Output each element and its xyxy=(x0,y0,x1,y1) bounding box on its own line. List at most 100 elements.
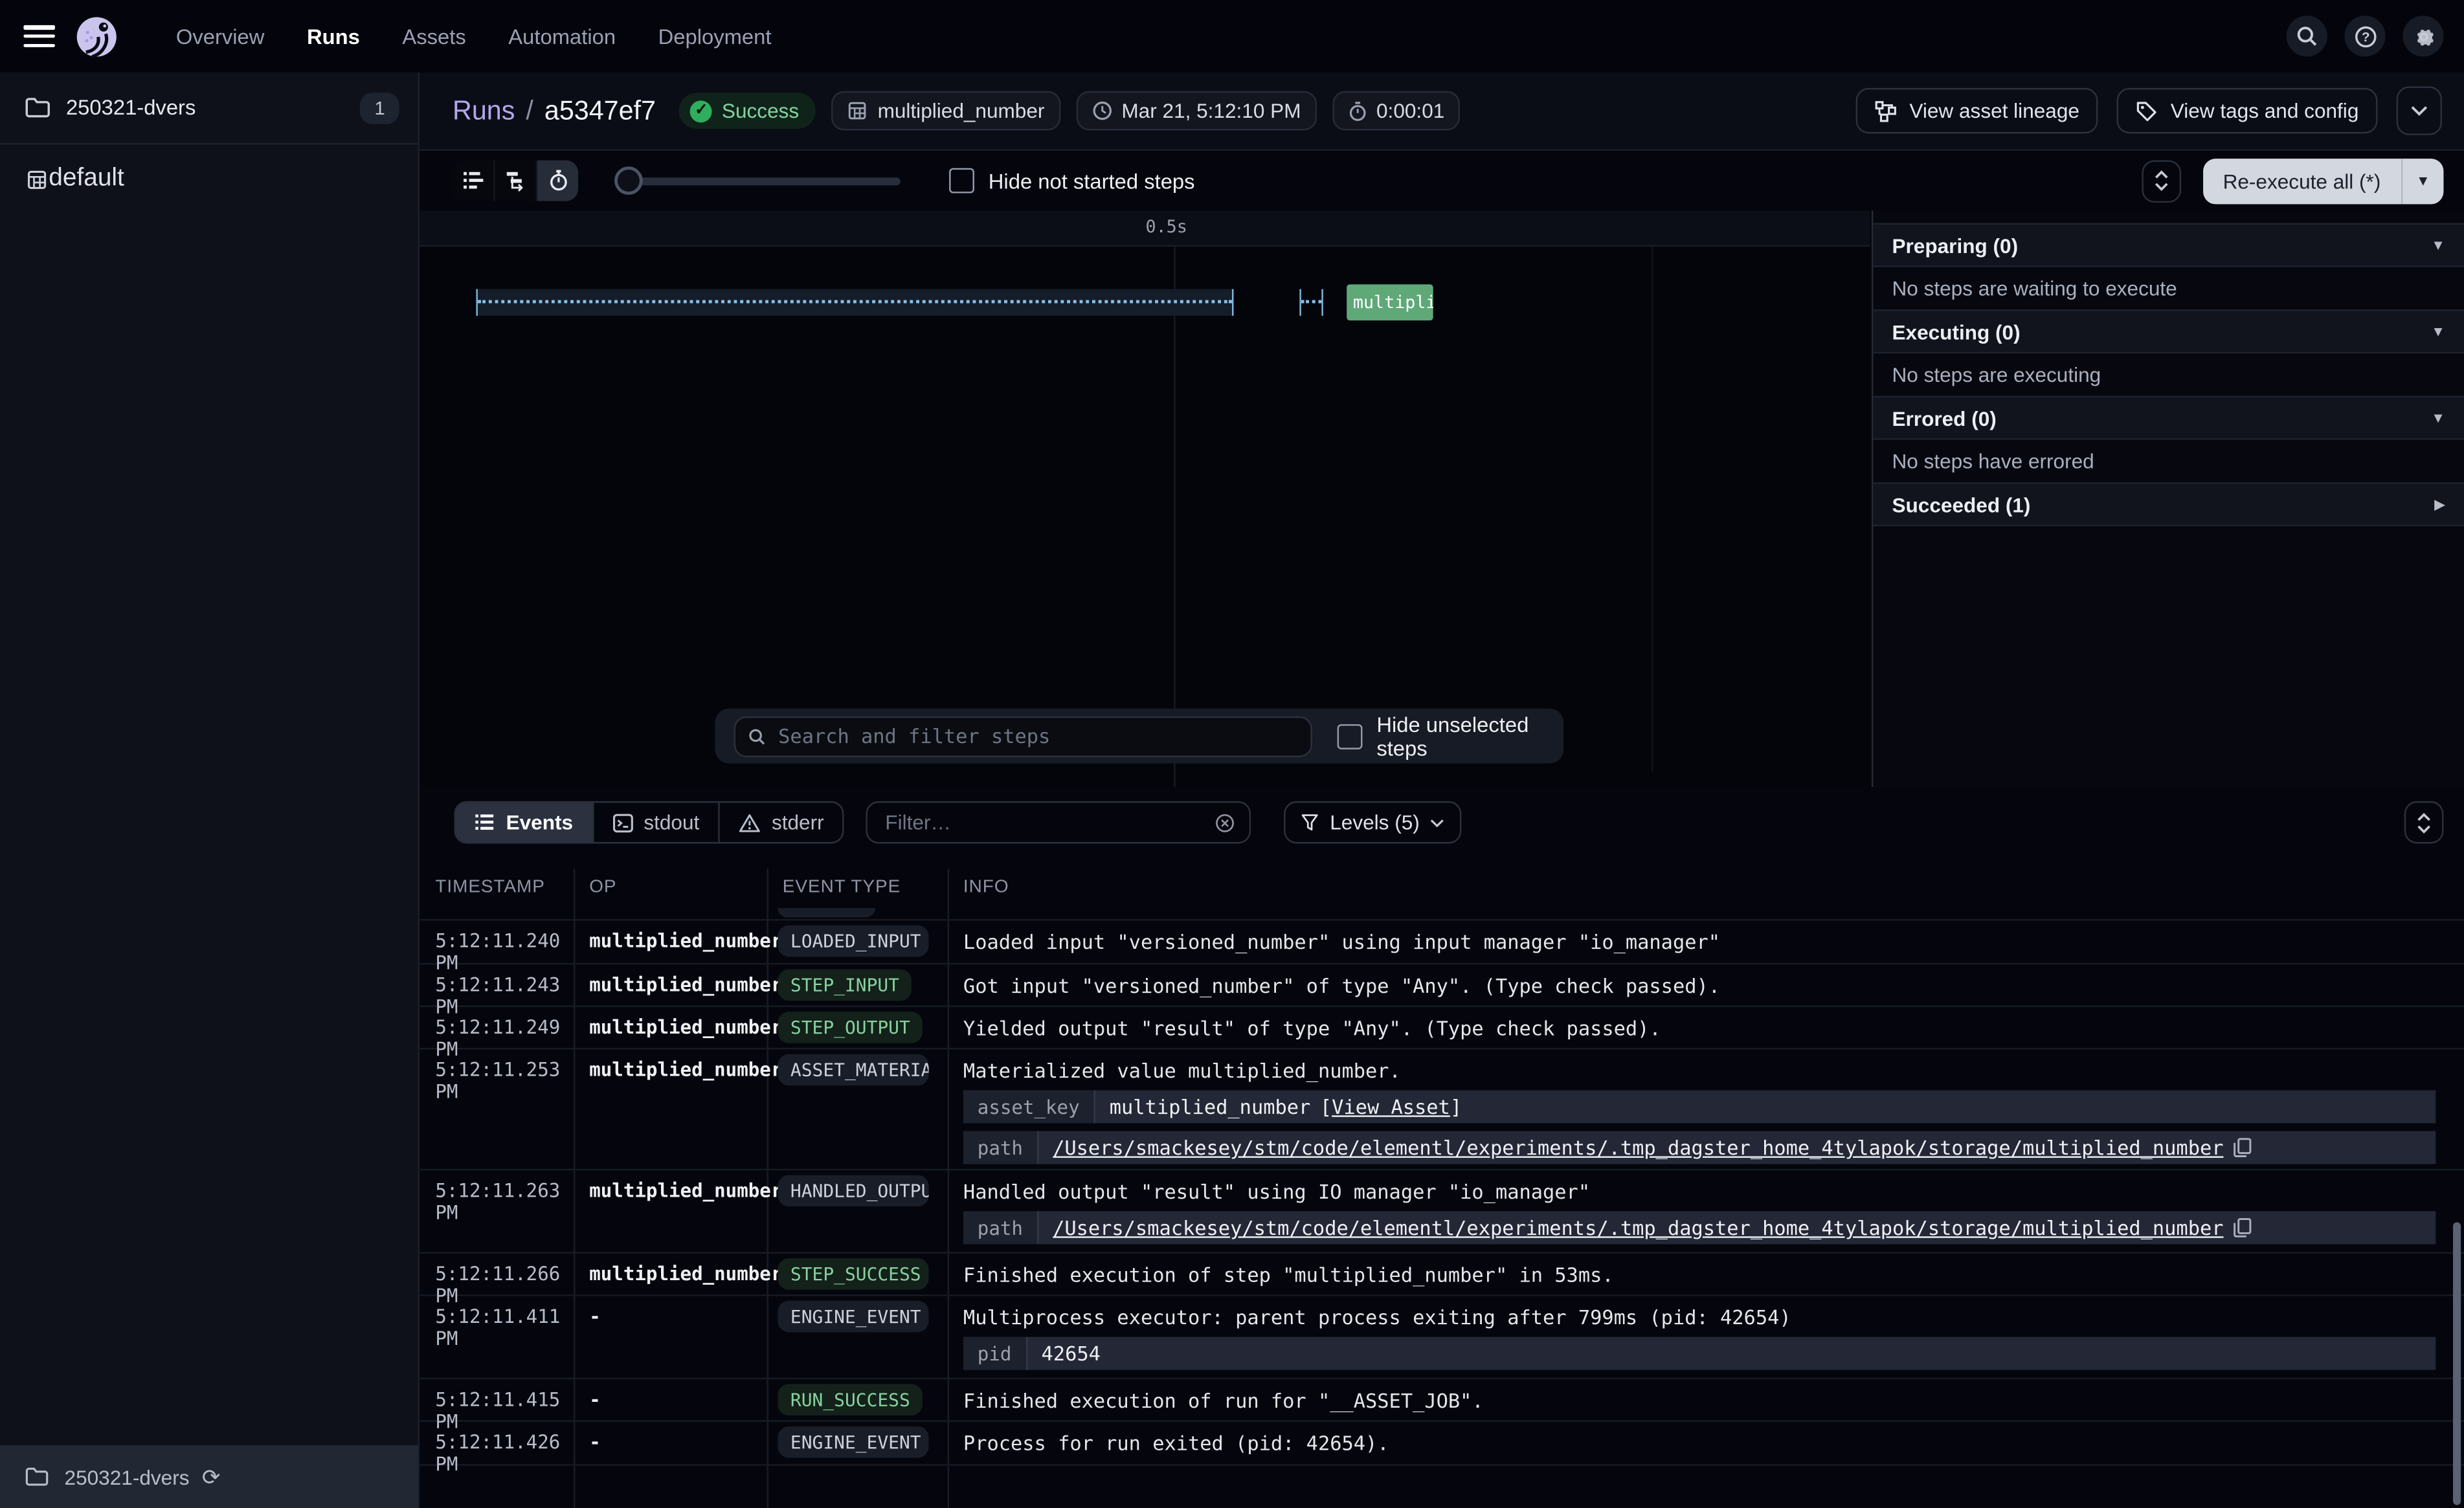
event-row[interactable]: 5:12:11.263 PMmultiplied_numberHANDLED_O… xyxy=(420,1170,2464,1254)
run-tag-label: 0:00:01 xyxy=(1376,99,1444,122)
job-icon xyxy=(847,100,868,121)
time-tick-label: 0.5s xyxy=(1146,217,1187,238)
sidebar-code-location[interactable]: 250321-dvers 1 xyxy=(0,72,418,145)
run-tag[interactable]: Mar 21, 5:12:10 PM xyxy=(1076,91,1317,131)
levels-dropdown-button[interactable]: Levels (5) xyxy=(1284,801,1462,844)
event-info-text: Multiprocess executor: parent process ex… xyxy=(963,1305,2464,1329)
reexecute-dropdown-caret[interactable]: ▼ xyxy=(2401,158,2444,203)
nav-item-overview[interactable]: Overview xyxy=(176,25,265,48)
clear-filter-icon[interactable] xyxy=(1215,812,1235,834)
run-tag[interactable]: 0:00:01 xyxy=(1332,91,1461,131)
view-asset-lineage-button[interactable]: View asset lineage xyxy=(1856,88,2098,133)
flat-view-icon[interactable] xyxy=(453,161,495,201)
event-row[interactable]: 5:12:11.249 PMmultiplied_numberSTEP_OUTP… xyxy=(420,1007,2464,1050)
event-timestamp: 5:12:11.263 PM xyxy=(420,1170,574,1252)
left-sidebar: 250321-dvers 1 default 250321-dvers ⟳ xyxy=(0,72,420,1508)
event-row[interactable]: 5:12:11.266 PMmultiplied_numberSTEP_SUCC… xyxy=(420,1254,2464,1296)
step-panel-section-header[interactable]: Executing (0)▼ xyxy=(1873,309,2464,353)
expand-collapse-button[interactable] xyxy=(2141,159,2180,202)
event-op: multiplied_number xyxy=(574,1170,767,1252)
search-icon xyxy=(748,727,765,746)
list-icon xyxy=(475,814,495,831)
event-row[interactable]: 5:12:11.240 PMmultiplied_numberLOADED_IN… xyxy=(420,920,2464,964)
step-search-input[interactable] xyxy=(775,723,1298,749)
copy-icon[interactable] xyxy=(2233,1217,2252,1238)
settings-gear-icon[interactable] xyxy=(2402,16,2443,56)
lineage-icon xyxy=(1875,100,1897,122)
waterfall-view-icon[interactable] xyxy=(495,161,538,201)
reexecute-all-button[interactable]: Re-execute all (*) ▼ xyxy=(2202,158,2443,203)
hide-unselected-label: Hide unselected steps xyxy=(1376,713,1545,760)
tab-label: stdout xyxy=(644,810,699,834)
gantt-section: 0.5s multipli… Hide unselected steps Pr xyxy=(420,210,2464,787)
partially-scrolled-row xyxy=(420,908,2464,920)
event-row[interactable]: 5:12:11.415 PM-RUN_SUCCESSFinished execu… xyxy=(420,1379,2464,1422)
hide-unselected-checkbox[interactable] xyxy=(1338,724,1363,749)
event-type-badge: RUN_SUCCESS xyxy=(778,1384,923,1415)
step-panel-section-header[interactable]: Succeeded (1)▶ xyxy=(1873,482,2464,526)
gridline-right xyxy=(1652,245,1653,771)
log-filter-input-wrap[interactable] xyxy=(866,801,1251,844)
help-icon[interactable]: ? xyxy=(2345,16,2386,56)
slider-knob[interactable] xyxy=(614,166,643,195)
event-row[interactable]: 5:12:11.253 PMmultiplied_numberASSET_MAT… xyxy=(420,1049,2464,1170)
event-info-text: Handled output "result" using IO manager… xyxy=(963,1180,2464,1203)
caret-down-icon: ▼ xyxy=(2431,238,2445,253)
nav-item-runs[interactable]: Runs xyxy=(307,25,360,48)
hide-not-started-checkbox[interactable] xyxy=(949,168,974,194)
reexecute-all-label[interactable]: Re-execute all (*) xyxy=(2202,158,2401,203)
nav-item-deployment[interactable]: Deployment xyxy=(658,25,772,48)
reload-icon[interactable]: ⟳ xyxy=(202,1463,220,1490)
event-row[interactable]: 5:12:11.243 PMmultiplied_numberSTEP_INPU… xyxy=(420,964,2464,1007)
chevron-down-icon xyxy=(2410,105,2428,116)
metadata-entry: asset_keymultiplied_number[View Asset] xyxy=(963,1091,2436,1124)
timed-view-icon[interactable] xyxy=(537,161,578,201)
zoom-slider[interactable] xyxy=(618,166,901,195)
slider-track[interactable] xyxy=(640,177,901,184)
copy-icon[interactable] xyxy=(2233,1137,2252,1158)
path-link[interactable]: /Users/smackesey/stm/code/elementl/exper… xyxy=(1053,1216,2223,1239)
metadata-value: multiplied_number xyxy=(1110,1095,1311,1118)
event-timestamp: 5:12:11.253 PM xyxy=(420,1049,574,1168)
step-status-panel: Preparing (0)▼No steps are waiting to ex… xyxy=(1872,210,2464,787)
nav-item-assets[interactable]: Assets xyxy=(402,25,465,48)
breadcrumb-runs-link[interactable]: Runs xyxy=(453,95,515,127)
section-title: Succeeded (1) xyxy=(1892,493,2030,516)
event-row[interactable]: 5:12:11.426 PM-ENGINE_EVENTProcess for r… xyxy=(420,1422,2464,1466)
event-row[interactable]: 5:12:11.411 PM-ENGINE_EVENTMultiprocess … xyxy=(420,1296,2464,1380)
svg-text:?: ? xyxy=(2361,29,2369,44)
tag-icon xyxy=(2136,100,2158,122)
sidebar-footer[interactable]: 250321-dvers ⟳ xyxy=(0,1445,418,1508)
tab-stderr[interactable]: stderr xyxy=(720,803,843,842)
run-header: Runs / a5347ef7 ✓ Success multiplied_num… xyxy=(420,72,2464,151)
run-actions-dropdown-button[interactable] xyxy=(2397,87,2442,135)
view-tags-config-button[interactable]: View tags and config xyxy=(2117,88,2377,133)
dagster-logo-icon[interactable] xyxy=(73,12,121,60)
breadcrumb-separator: / xyxy=(526,95,533,127)
step-search-input-wrap[interactable] xyxy=(734,716,1312,757)
vertical-scrollbar[interactable] xyxy=(2453,1222,2461,1505)
run-tag-label: multiplied_number xyxy=(878,99,1045,122)
section-title: Executing (0) xyxy=(1892,320,2020,343)
folder-icon xyxy=(25,97,50,118)
gantt-step-box[interactable]: multipli… xyxy=(1347,284,1433,320)
metadata-key: pid xyxy=(963,1337,1027,1370)
run-count-badge: 1 xyxy=(361,92,399,124)
events-table-header: TIMESTAMPOPEVENT TYPEINFO xyxy=(420,869,2464,908)
sidebar-item-default[interactable]: default xyxy=(0,144,418,214)
step-panel-section-header[interactable]: Errored (0)▼ xyxy=(1873,396,2464,440)
log-expand-button[interactable] xyxy=(2404,801,2444,844)
hamburger-menu-icon[interactable] xyxy=(23,25,55,47)
search-icon[interactable] xyxy=(2287,16,2327,56)
log-filter-input[interactable] xyxy=(882,809,1215,836)
tab-stdout[interactable]: stdout xyxy=(594,803,720,842)
event-timestamp: 5:12:11.249 PM xyxy=(420,1007,574,1048)
tab-events[interactable]: Events xyxy=(456,803,594,842)
run-tag[interactable]: multiplied_number xyxy=(832,91,1060,131)
folder-icon xyxy=(25,1467,49,1486)
nav-item-automation[interactable]: Automation xyxy=(508,25,616,48)
step-panel-section-header[interactable]: Preparing (0)▼ xyxy=(1873,223,2464,267)
column-header-op: OP xyxy=(589,878,616,897)
view-asset-link[interactable]: View Asset xyxy=(1332,1095,1450,1118)
path-link[interactable]: /Users/smackesey/stm/code/elementl/exper… xyxy=(1053,1136,2223,1159)
